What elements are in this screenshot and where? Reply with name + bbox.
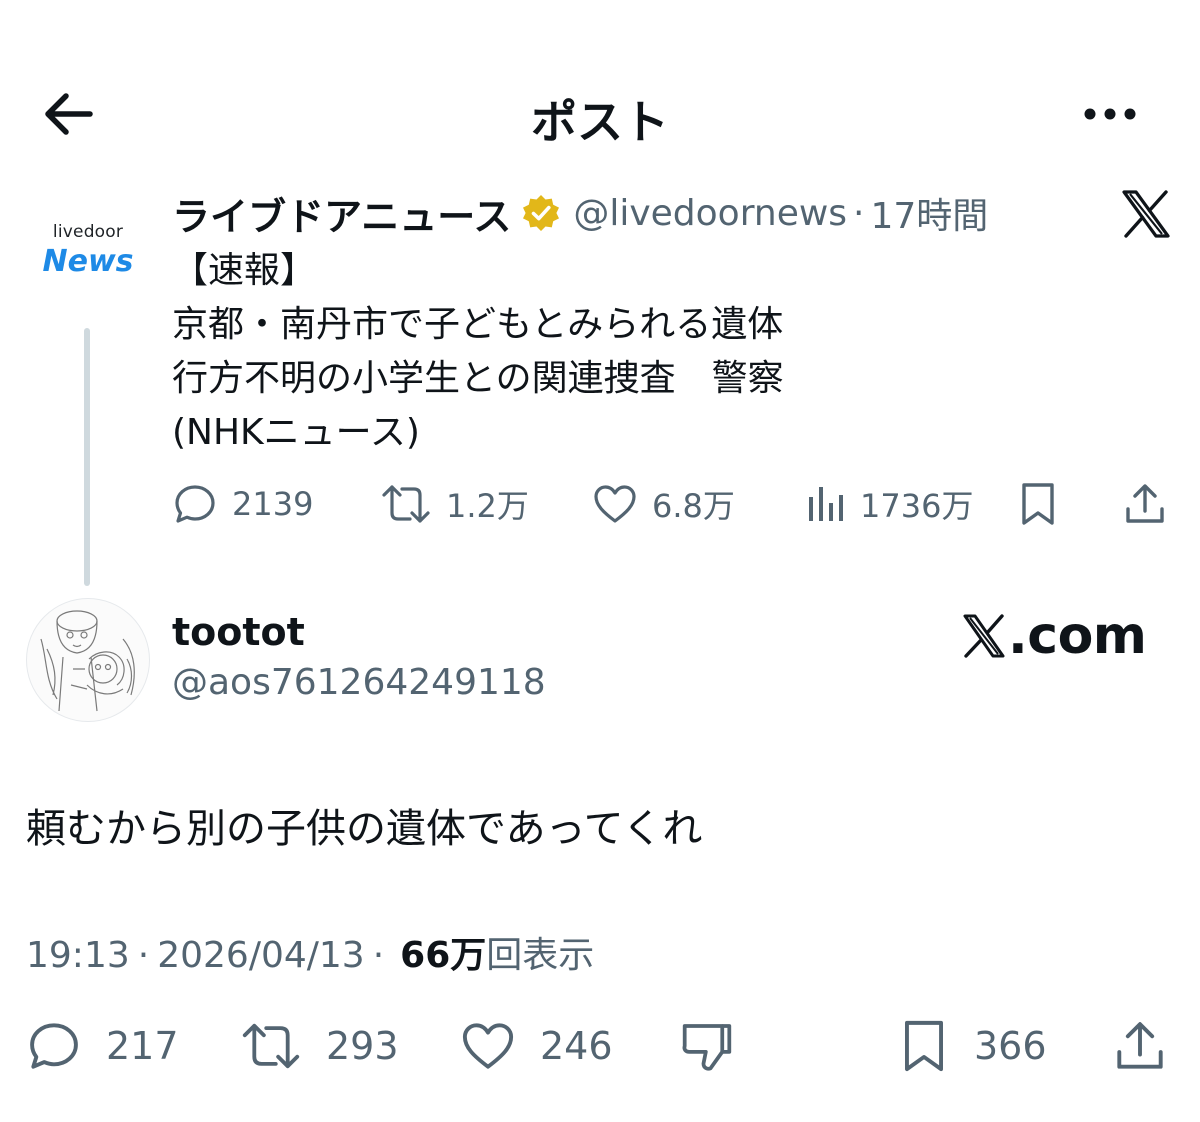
quoted-post-header: ライブドアニュース @livedoornews · 17時間 — [172, 186, 989, 241]
bookmark-button[interactable]: 366 — [898, 1016, 1047, 1076]
reply-count: 2139 — [232, 485, 314, 523]
repost-count: 1.2万 — [446, 487, 529, 525]
separator-dot: · — [137, 935, 150, 976]
reply-icon — [30, 1023, 78, 1069]
quoted-post-text: 【速報】 京都・南丹市で子どもとみられる遺体 行方不明の小学生との関連捜査 警察… — [172, 244, 784, 460]
thumbs-down-icon — [682, 1024, 732, 1071]
repost-icon — [242, 1023, 300, 1069]
quoted-repost-button[interactable]: 1.2万 — [380, 478, 529, 530]
thread-connector-line — [84, 328, 90, 586]
x-logo-icon — [1120, 188, 1172, 240]
x-com-brand: .com — [962, 606, 1147, 666]
author-handle[interactable]: @aos761264249118 — [172, 662, 546, 703]
quoted-text-line: 京都・南丹市で子どもとみられる遺体 — [172, 304, 784, 345]
quoted-author-name[interactable]: ライブドアニュース — [172, 186, 511, 241]
view-count: 1736万 — [860, 487, 974, 525]
reply-button[interactable]: 217 — [26, 1016, 179, 1076]
quoted-bookmark-button[interactable] — [1018, 478, 1072, 530]
quoted-text-line: 【速報】 — [172, 250, 317, 291]
x-logo-icon — [963, 614, 1005, 658]
avatar[interactable] — [26, 598, 150, 722]
share-icon — [1126, 484, 1164, 523]
verified-badge-icon — [523, 195, 560, 231]
quoted-post-time[interactable]: 17時間 — [871, 187, 989, 239]
views-label: 回表示 — [486, 935, 595, 976]
reply-count: 217 — [106, 1024, 179, 1068]
avatar-logo-line1: livedoor — [52, 222, 124, 242]
repost-button[interactable]: 293 — [240, 1016, 399, 1076]
brand-domain-text: .com — [1008, 606, 1147, 666]
views-count[interactable]: 66万 — [400, 926, 486, 978]
quoted-text-line: (NHKニュース) — [172, 412, 420, 453]
more-horizontal-icon — [1084, 108, 1136, 120]
more-button[interactable] — [1080, 96, 1140, 132]
heart-icon — [462, 1023, 514, 1069]
share-button[interactable] — [1112, 1016, 1192, 1076]
quoted-text-line: 行方不明の小学生との関連捜査 警察 — [172, 358, 784, 399]
reply-icon — [175, 485, 215, 523]
quoted-share-button[interactable] — [1122, 478, 1182, 530]
author-name[interactable]: tootot — [172, 610, 305, 654]
like-button[interactable]: 246 — [460, 1016, 613, 1076]
separator-dot: · — [853, 192, 865, 234]
sketch-avatar-image — [40, 610, 135, 712]
share-icon — [1117, 1022, 1163, 1069]
quoted-author-handle[interactable]: @livedoornews — [573, 193, 847, 234]
post-date[interactable]: 2026/04/13 — [157, 935, 365, 976]
like-count: 6.8万 — [652, 487, 735, 525]
separator-dot: · — [372, 935, 385, 976]
quoted-like-button[interactable]: 6.8万 — [592, 478, 735, 530]
heart-icon — [594, 485, 636, 523]
post-text: 頼むから別の子供の遺体であってくれ — [26, 806, 703, 852]
bookmark-count: 366 — [974, 1024, 1047, 1068]
page-title: ポスト — [531, 95, 669, 149]
repost-count: 293 — [326, 1024, 399, 1068]
downvote-button[interactable] — [680, 1016, 758, 1076]
repost-icon — [382, 485, 430, 523]
quoted-reply-button[interactable]: 2139 — [172, 478, 313, 530]
like-count: 246 — [540, 1024, 613, 1068]
analytics-icon — [809, 487, 843, 521]
bookmark-icon — [905, 1020, 943, 1072]
post-time[interactable]: 19:13 — [26, 935, 130, 976]
bookmark-icon — [1022, 483, 1054, 525]
avatar-logo-line2: News — [42, 244, 134, 279]
post-meta: 19:13 · 2026/04/13 · 66万 回表示 — [26, 926, 594, 978]
livedoor-news-avatar[interactable]: livedoor News — [38, 222, 138, 292]
quoted-views-button[interactable]: 1736万 — [806, 478, 973, 530]
